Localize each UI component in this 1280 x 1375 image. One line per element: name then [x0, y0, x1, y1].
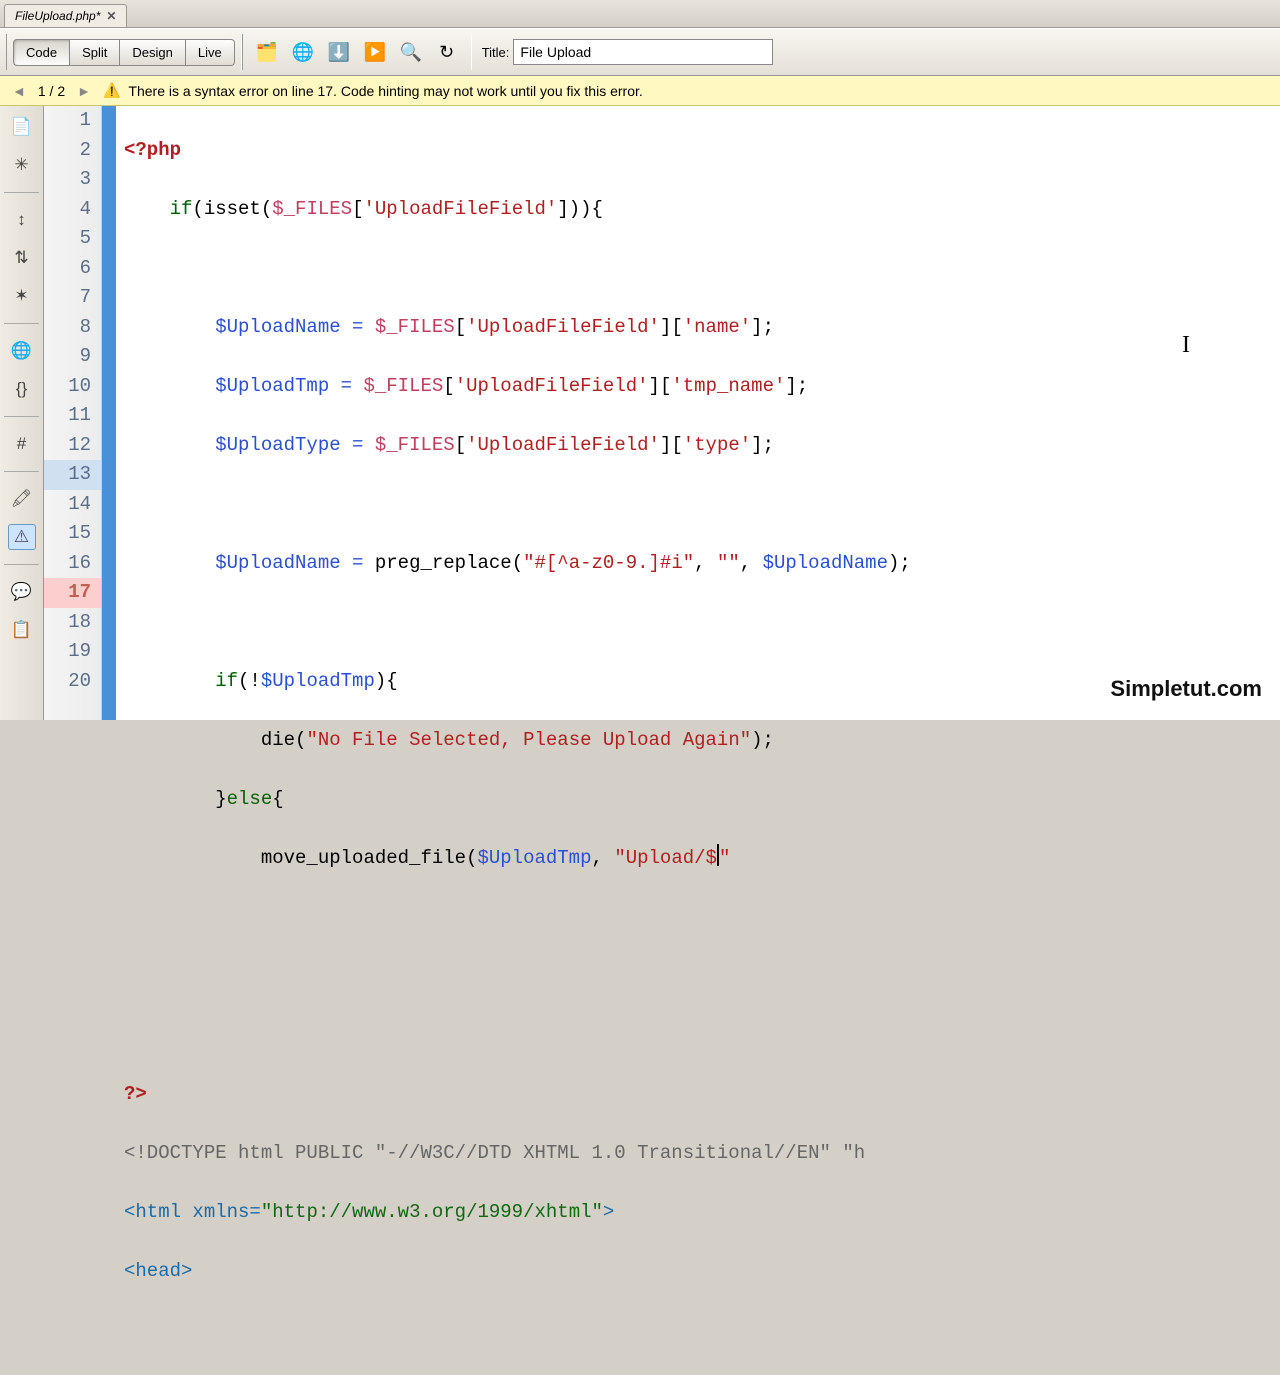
- highlight-icon[interactable]: 🖍: [8, 486, 36, 512]
- warning-icon: ⚠️: [103, 82, 120, 99]
- line-number: 17: [44, 578, 101, 608]
- collapse-icon[interactable]: ↕: [8, 207, 36, 233]
- code-tool-rail: 📄 ✳ ↕ ⇅ ✶ 🌐 {} # 🖍 ⚠ 💬 📋: [0, 106, 44, 720]
- title-label: Title:: [482, 45, 510, 60]
- line-gutter: 1 2 3 4 5 6 7 8 9 10 11 12 13 14 15 16 1…: [44, 106, 102, 720]
- text-cursor-icon: I: [1182, 331, 1190, 361]
- line-number: 13: [44, 460, 101, 490]
- balance-icon[interactable]: ✶: [8, 283, 36, 309]
- line-number: 9: [44, 342, 101, 372]
- refresh-icon[interactable]: ↻: [433, 38, 461, 66]
- code-view-button[interactable]: Code: [13, 39, 70, 66]
- comment-icon[interactable]: 💬: [8, 579, 36, 605]
- split-view-button[interactable]: Split: [70, 39, 120, 66]
- line-number: 3: [44, 165, 101, 195]
- error-bar: ◄ 1 / 2 ► ⚠️ There is a syntax error on …: [0, 76, 1280, 106]
- line-number: 11: [44, 401, 101, 431]
- globe-icon[interactable]: 🌐: [289, 38, 317, 66]
- live-view-button[interactable]: Live: [186, 39, 235, 66]
- title-input[interactable]: [513, 39, 773, 65]
- fold-strip[interactable]: [102, 106, 116, 720]
- error-next-button[interactable]: ►: [73, 83, 95, 99]
- close-icon[interactable]: ✕: [106, 9, 116, 23]
- line-number: 2: [44, 136, 101, 166]
- inspect-icon[interactable]: 🔍: [397, 38, 425, 66]
- file-management-icon[interactable]: 🗂️: [253, 38, 281, 66]
- line-number: 10: [44, 372, 101, 402]
- download-icon[interactable]: ⬇️: [325, 38, 353, 66]
- expand-icon[interactable]: ⇅: [8, 245, 36, 271]
- error-pager: 1 / 2: [38, 83, 65, 99]
- editor-area: 📄 ✳ ↕ ⇅ ✶ 🌐 {} # 🖍 ⚠ 💬 📋 1 2 3 4 5 6 7 8…: [0, 106, 1280, 720]
- error-prev-button[interactable]: ◄: [8, 83, 30, 99]
- line-number-icon[interactable]: #: [8, 431, 36, 457]
- watermark: Simpletut.com: [1110, 676, 1262, 702]
- play-icon[interactable]: ▶️: [361, 38, 389, 66]
- line-number: 4: [44, 195, 101, 225]
- line-number: 16: [44, 549, 101, 579]
- code-content[interactable]: <?php if(isset($_FILES['UploadFileField'…: [116, 106, 1280, 720]
- file-tabs: FileUpload.php* ✕: [0, 0, 1280, 28]
- tab-fileupload[interactable]: FileUpload.php* ✕: [4, 4, 127, 27]
- line-number: 1: [44, 106, 101, 136]
- line-number: 5: [44, 224, 101, 254]
- syntax-error-icon[interactable]: ⚠: [8, 524, 36, 550]
- snippet-icon[interactable]: 📋: [8, 617, 36, 643]
- design-view-button[interactable]: Design: [120, 39, 185, 66]
- line-number: 7: [44, 283, 101, 313]
- code-editor[interactable]: 1 2 3 4 5 6 7 8 9 10 11 12 13 14 15 16 1…: [44, 106, 1280, 720]
- line-number: 19: [44, 637, 101, 667]
- globe-small-icon[interactable]: 🌐: [8, 338, 36, 364]
- line-number: 18: [44, 608, 101, 638]
- braces-icon[interactable]: {}: [8, 376, 36, 402]
- line-number: 12: [44, 431, 101, 461]
- gear-icon[interactable]: ✳: [8, 152, 36, 178]
- line-number: 20: [44, 667, 101, 697]
- line-number: 14: [44, 490, 101, 520]
- line-number: 8: [44, 313, 101, 343]
- tab-filename: FileUpload.php*: [15, 9, 100, 23]
- line-number: 15: [44, 519, 101, 549]
- main-toolbar: Code Split Design Live 🗂️ 🌐 ⬇️ ▶️ 🔍 ↻ Ti…: [0, 28, 1280, 76]
- open-documents-icon[interactable]: 📄: [8, 114, 36, 140]
- error-message: There is a syntax error on line 17. Code…: [128, 83, 642, 99]
- line-number: 6: [44, 254, 101, 284]
